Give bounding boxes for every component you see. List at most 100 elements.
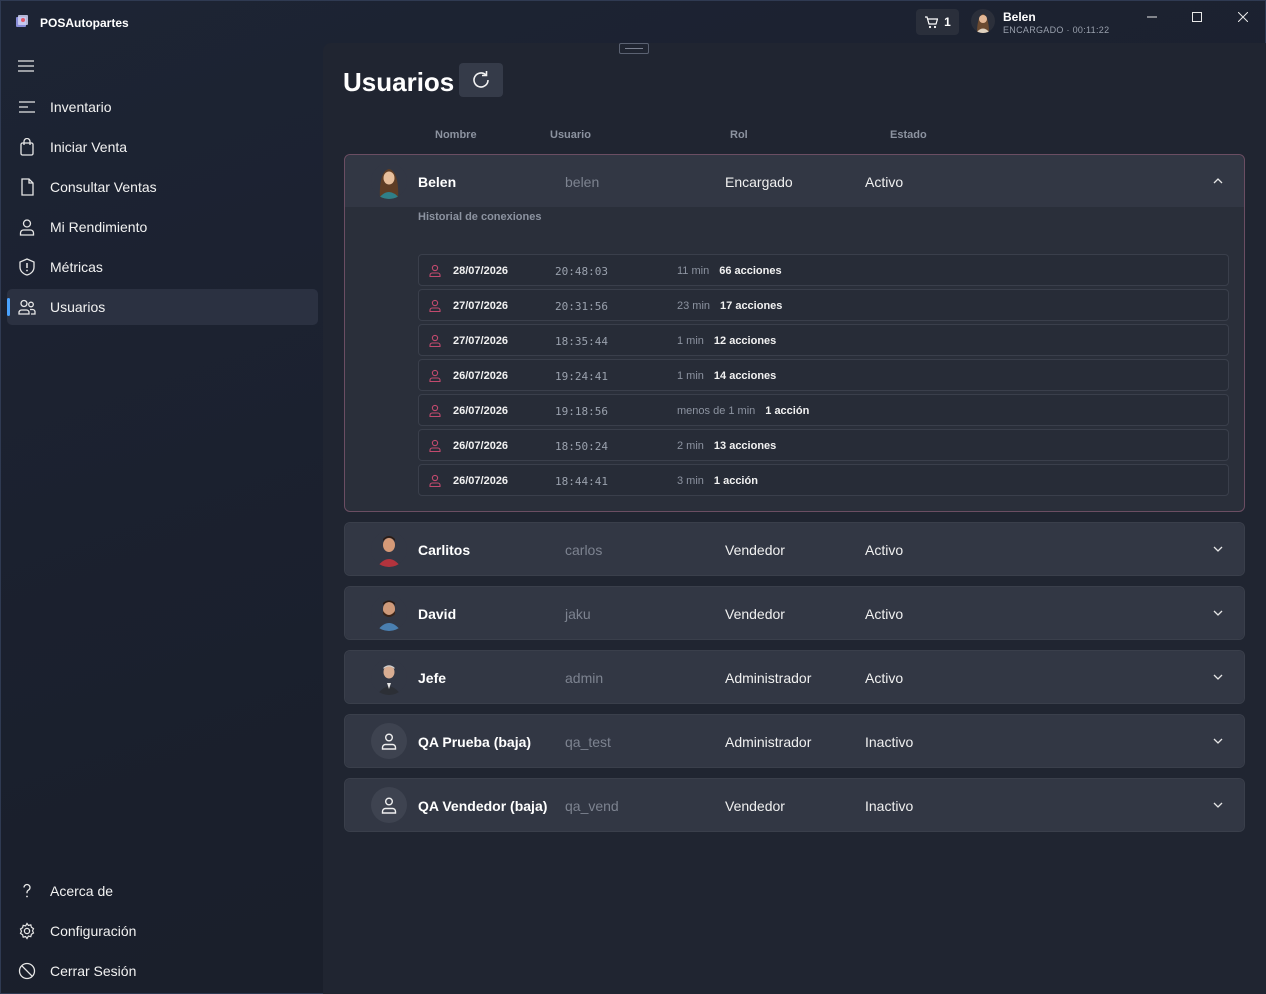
current-user-name: Belen <box>1003 10 1036 24</box>
person-icon <box>429 299 441 312</box>
maximize-button[interactable] <box>1174 7 1220 27</box>
history-duration: menos de 1 min 1 acción <box>677 405 810 417</box>
history-duration: 2 min 13 acciones <box>677 440 777 452</box>
avatar <box>371 659 407 695</box>
user-role: Administrador <box>725 670 812 686</box>
history-actions: 12 acciones <box>713 335 777 347</box>
avatar <box>371 531 407 567</box>
history-time: 19:24:41 <box>555 370 608 383</box>
minimize-icon <box>1147 16 1157 18</box>
user-card-qa-vendedor: QA Vendedor (baja) qa_vend Vendedor Inac… <box>344 778 1245 832</box>
user-card-qa-prueba: QA Prueba (baja) qa_test Administrador I… <box>344 714 1245 768</box>
cart-button[interactable]: 1 <box>916 9 959 35</box>
avatar <box>371 163 407 199</box>
history-row: 26/07/2026 19:18:56 menos de 1 min 1 acci… <box>418 394 1229 426</box>
history-actions: 14 acciones <box>713 370 777 382</box>
user-username: jaku <box>565 606 591 622</box>
chevron-down-icon[interactable] <box>1212 543 1224 555</box>
hamburger-menu-icon[interactable] <box>17 59 35 73</box>
sidebar-item-metricas[interactable]: Métricas <box>7 249 318 285</box>
session-time: 00:11:22 <box>1072 25 1110 35</box>
history-date: 28/07/2026 <box>453 265 509 277</box>
refresh-button[interactable] <box>459 63 503 97</box>
person-icon <box>429 474 441 487</box>
history-actions: 1 acción <box>765 405 810 417</box>
history-duration: 11 min 66 acciones <box>677 265 782 277</box>
list-icon <box>19 101 35 113</box>
user-role: Administrador <box>725 734 812 750</box>
sidebar-item-iniciar-venta[interactable]: Iniciar Venta <box>7 129 318 165</box>
history-date: 27/07/2026 <box>453 335 509 347</box>
history-duration: 1 min 14 acciones <box>677 370 777 382</box>
logout-icon <box>18 962 36 980</box>
sidebar-item-inventario[interactable]: Inventario <box>7 89 318 125</box>
person-icon <box>429 404 441 417</box>
app-logo-icon <box>16 15 28 27</box>
person-icon <box>429 264 441 277</box>
minimize-button[interactable] <box>1129 7 1175 27</box>
sidebar-item-acerca-de[interactable]: Acerca de <box>7 873 318 909</box>
avatar <box>371 787 407 823</box>
column-header-rol[interactable]: Rol <box>730 129 748 141</box>
user-name: QA Prueba (baja) <box>418 734 532 750</box>
person-icon <box>429 334 441 347</box>
history-time: 18:50:24 <box>555 440 608 453</box>
history-date: 26/07/2026 <box>453 370 509 382</box>
user-name: Belen <box>418 174 457 190</box>
user-row[interactable]: QA Vendedor (baja) qa_vend Vendedor Inac… <box>345 779 1244 831</box>
current-user-avatar <box>971 9 995 33</box>
column-header-estado[interactable]: Estado <box>890 129 927 141</box>
history-row: 26/07/2026 18:44:41 3 min 1 acción <box>418 464 1229 496</box>
gear-icon <box>19 922 35 940</box>
sidebar-item-label: Cerrar Sesión <box>50 963 137 979</box>
user-status: Activo <box>865 542 904 558</box>
column-header-nombre[interactable]: Nombre <box>435 129 477 141</box>
cart-count: 1 <box>944 15 951 29</box>
chevron-up-icon[interactable] <box>1212 175 1224 187</box>
user-row[interactable]: QA Prueba (baja) qa_test Administrador I… <box>345 715 1244 767</box>
sidebar-item-consultar-ventas[interactable]: Consultar Ventas <box>7 169 318 205</box>
person-icon <box>429 369 441 382</box>
sidebar-item-mi-rendimiento[interactable]: Mi Rendimiento <box>7 209 318 245</box>
chevron-down-icon[interactable] <box>1212 671 1224 683</box>
history-actions: 66 acciones <box>719 265 782 277</box>
current-user-chip[interactable]: Belen ENCARGADO · 00:11:22 <box>971 7 1121 39</box>
close-button[interactable] <box>1220 7 1266 27</box>
avatar <box>371 595 407 631</box>
user-row[interactable]: Carlitos carlos Vendedor Activo <box>345 523 1244 575</box>
history-time: 18:44:41 <box>555 475 608 488</box>
sidebar-item-usuarios[interactable]: Usuarios <box>7 289 318 325</box>
document-icon <box>21 178 34 196</box>
sidebar-item-label: Inventario <box>50 99 112 115</box>
user-row[interactable]: David jaku Vendedor Activo <box>345 587 1244 639</box>
shopping-bag-icon <box>20 138 34 156</box>
history-row: 27/07/2026 18:35:44 1 min 12 acciones <box>418 324 1229 356</box>
sidebar-item-cerrar-sesion[interactable]: Cerrar Sesión <box>7 953 318 989</box>
chevron-down-icon[interactable] <box>1212 735 1224 747</box>
sidebar-item-label: Iniciar Venta <box>50 139 128 155</box>
history-actions: 17 acciones <box>720 300 783 312</box>
history-time: 19:18:56 <box>555 405 608 418</box>
person-icon <box>381 733 397 750</box>
history-duration: 3 min 1 acción <box>677 475 758 487</box>
user-name: Jefe <box>418 670 447 686</box>
sidebar-item-label: Usuarios <box>50 299 106 315</box>
sidebar-item-configuracion[interactable]: Configuración <box>7 913 318 949</box>
user-name: David <box>418 606 457 622</box>
column-header-usuario[interactable]: Usuario <box>550 129 591 141</box>
user-card-carlitos: Carlitos carlos Vendedor Activo <box>344 522 1245 576</box>
app-title: POSAutopartes <box>40 16 129 30</box>
chevron-down-icon[interactable] <box>1212 607 1224 619</box>
user-status: Activo <box>865 606 904 622</box>
person-icon <box>429 439 441 452</box>
user-name: QA Vendedor (baja) <box>418 798 548 814</box>
shield-icon <box>19 258 35 276</box>
user-row[interactable]: Belen belen Encargado Activo <box>345 155 1244 207</box>
chevron-down-icon[interactable] <box>1212 799 1224 811</box>
drag-handle[interactable] <box>619 43 649 54</box>
history-row: 28/07/2026 20:48:03 11 min 66 acciones <box>418 254 1229 286</box>
person-icon <box>381 797 397 814</box>
question-icon <box>23 883 31 898</box>
history-date: 26/07/2026 <box>453 405 509 417</box>
user-row[interactable]: Jefe admin Administrador Activo <box>345 651 1244 703</box>
